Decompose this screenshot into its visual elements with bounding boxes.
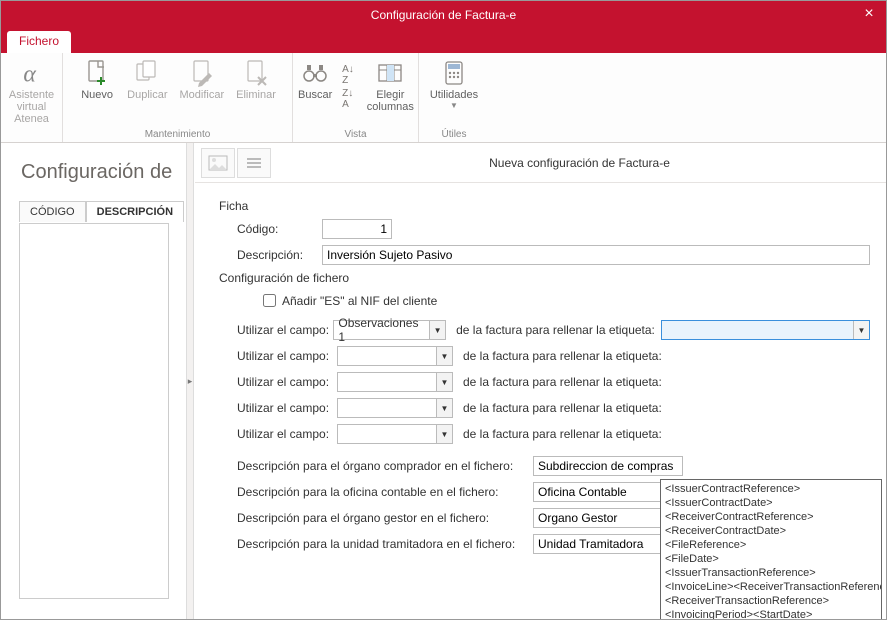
close-button[interactable]: × (860, 5, 878, 23)
label-codigo: Código: (237, 222, 322, 236)
label-descripcion: Descripción: (237, 248, 322, 262)
col-descripcion[interactable]: DESCRIPCIÓN (86, 201, 184, 222)
chevron-down-icon: ▼ (441, 404, 449, 413)
panel-list-icon[interactable] (237, 148, 271, 178)
ribbon-tabrow: Fichero (1, 29, 886, 53)
panel-header: Nueva configuración de Factura-e (195, 143, 886, 183)
desc-label-comprador: Descripción para el órgano comprador en … (237, 459, 533, 473)
tab-file[interactable]: Fichero (7, 31, 71, 53)
title-bar: Configuración de Factura-e × (1, 1, 886, 29)
combo-field-5[interactable]: ▼ (337, 424, 453, 444)
binoculars-icon (301, 59, 329, 87)
document-new-icon (83, 59, 111, 87)
dropdown-item[interactable]: <IssuerContractDate> (661, 496, 881, 510)
usefield-label: Utilizar el campo: (237, 427, 337, 441)
label-add-es: Añadir "ES" al NIF del cliente (282, 294, 437, 308)
svg-text:α: α (23, 62, 36, 86)
dropdown-item[interactable]: <IssuerContractReference> (661, 482, 881, 496)
combo-field-3[interactable]: ▼ (337, 372, 453, 392)
nuevo-button[interactable]: Nuevo (73, 57, 121, 103)
chevron-down-icon: ▼ (434, 326, 442, 335)
usefield-label: Utilizar el campo: (237, 401, 337, 415)
desc-label-gestor: Descripción para el órgano gestor en el … (237, 511, 533, 525)
grid-header-tabs: CÓDIGO DESCRIPCIÓN (19, 201, 184, 222)
document-delete-icon (242, 59, 270, 87)
chevron-down-icon: ▼ (858, 326, 866, 335)
sort-desc-button[interactable]: Z↓A (339, 87, 357, 111)
panel-image-icon[interactable] (201, 148, 235, 178)
duplicar-button[interactable]: Duplicar (121, 57, 173, 103)
dropdown-item[interactable]: <ReceiverContractDate> (661, 524, 881, 538)
alpha-icon: α (18, 59, 46, 87)
input-descripcion[interactable] (322, 245, 870, 265)
combo-tag-1[interactable]: ▼ (661, 320, 870, 340)
usefield-label: Utilizar el campo: (237, 349, 337, 363)
section-config-fichero: Configuración de fichero (219, 271, 870, 285)
chevron-down-icon: ▼ (441, 378, 449, 387)
records-grid[interactable] (19, 223, 169, 599)
section-ficha: Ficha (219, 199, 870, 213)
group-utiles-label: Útiles (419, 129, 489, 140)
usefield-label: Utilizar el campo: (237, 323, 333, 337)
chevron-down-icon: ▼ (450, 101, 458, 110)
combo-field-2[interactable]: ▼ (337, 346, 453, 366)
desc-label-tramitadora: Descripción para la unidad tramitadora e… (237, 537, 533, 551)
dropdown-item[interactable]: <FileReference> (661, 538, 881, 552)
modificar-button[interactable]: Modificar (174, 57, 231, 103)
group-vista-label: Vista (293, 129, 418, 140)
desc-label-contable: Descripción para la oficina contable en … (237, 485, 533, 499)
asistente-virtual-button[interactable]: α Asistente virtual Atenea (3, 57, 60, 127)
sort-asc-button[interactable]: A↓Z (339, 63, 357, 87)
chevron-down-icon: ▼ (441, 430, 449, 439)
tag-dropdown[interactable]: <IssuerContractReference><IssuerContract… (660, 479, 882, 620)
input-codigo[interactable] (322, 219, 392, 239)
columns-icon (376, 59, 404, 87)
dropdown-item[interactable]: <InvoiceLine><ReceiverTransactionReferen… (661, 580, 881, 594)
document-edit-icon (188, 59, 216, 87)
combo-field-4[interactable]: ▼ (337, 398, 453, 418)
eliminar-button[interactable]: Eliminar (230, 57, 282, 103)
dropdown-item[interactable]: <ReceiverTransactionReference> (661, 594, 881, 608)
app-window: Configuración de Factura-e × Fichero α A… (0, 0, 887, 620)
checkbox-add-es[interactable] (263, 294, 276, 307)
document-duplicate-icon (133, 59, 161, 87)
group-mantenimiento-label: Mantenimiento (63, 129, 292, 140)
dropdown-item[interactable]: <IssuerTransactionReference> (661, 566, 881, 580)
col-codigo[interactable]: CÓDIGO (19, 201, 86, 222)
window-title: Configuración de Factura-e (371, 8, 516, 22)
elegir-columnas-button[interactable]: Elegir columnas (361, 57, 420, 115)
desc-input-comprador[interactable] (533, 456, 683, 476)
usefield-label: Utilizar el campo: (237, 375, 337, 389)
dropdown-item[interactable]: <ReceiverContractReference> (661, 510, 881, 524)
midtext-1: de la factura para rellenar la etiqueta: (456, 323, 655, 337)
panel-title: Nueva configuración de Factura-e (273, 156, 886, 170)
calculator-icon (440, 59, 468, 87)
utilidades-button[interactable]: Utilidades ▼ (424, 57, 484, 112)
ribbon: α Asistente virtual Atenea Nuevo (1, 53, 886, 143)
combo-field-1[interactable]: Observaciones 1 ▼ (333, 320, 446, 340)
page-title: Configuración de (21, 161, 172, 184)
chevron-right-icon: ▸ (188, 376, 193, 387)
dropdown-item[interactable]: <InvoicingPeriod><StartDate> (661, 608, 881, 620)
main-area: Configuración de CÓDIGO DESCRIPCIÓN ▸ Nu… (1, 143, 886, 619)
splitter[interactable]: ▸ (186, 143, 194, 619)
dropdown-item[interactable]: <FileDate> (661, 552, 881, 566)
buscar-button[interactable]: Buscar (291, 57, 339, 115)
chevron-down-icon: ▼ (441, 352, 449, 361)
